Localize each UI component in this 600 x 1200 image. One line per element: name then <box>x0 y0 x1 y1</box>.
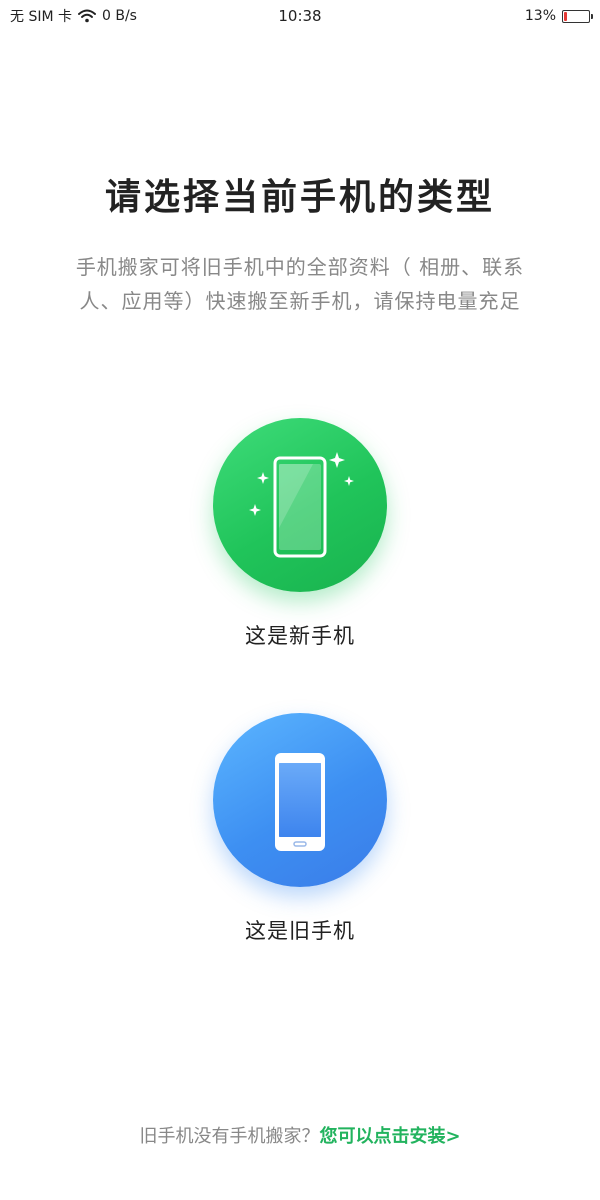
status-left: 无 SIM 卡 0 B/s <box>10 6 137 26</box>
footer-prompt-text: 旧手机没有手机搬家？ <box>139 1126 320 1147</box>
new-phone-sparkle-icon <box>249 452 354 558</box>
old-phone-icon <box>275 753 325 851</box>
status-bar: 无 SIM 卡 0 B/s 10:38 13% <box>0 0 600 32</box>
wifi-icon <box>78 9 96 23</box>
sim-status-text: 无 SIM 卡 <box>10 9 72 25</box>
footer-install-prompt: 旧手机没有手机搬家？您可以点击安装> <box>0 1122 600 1148</box>
description-line-1: 手机搬家可将旧手机中的全部资料（ 相册、联系 <box>75 255 525 279</box>
page-description: 手机搬家可将旧手机中的全部资料（ 相册、联系 人、应用等）快速搬至新手机，请保持… <box>50 250 550 318</box>
old-phone-label: 这是旧手机 <box>245 919 355 943</box>
old-phone-option[interactable]: 这是旧手机 <box>0 713 600 945</box>
new-phone-label: 这是新手机 <box>245 624 355 648</box>
status-right: 13% <box>524 8 593 24</box>
battery-percent-text: 13% <box>524 8 556 24</box>
page-title: 请选择当前手机的类型 <box>104 177 495 218</box>
install-link[interactable]: 您可以点击安装> <box>319 1126 460 1147</box>
battery-icon <box>562 9 593 23</box>
new-phone-circle-button[interactable] <box>213 418 387 592</box>
network-speed-text: 0 B/s <box>102 8 137 24</box>
old-phone-circle-button[interactable] <box>213 713 387 887</box>
description-line-2: 人、应用等）快速搬至新手机，请保持电量充足 <box>79 289 521 313</box>
battery-level-fill <box>564 11 567 21</box>
new-phone-option[interactable]: 这是新手机 <box>0 418 600 650</box>
